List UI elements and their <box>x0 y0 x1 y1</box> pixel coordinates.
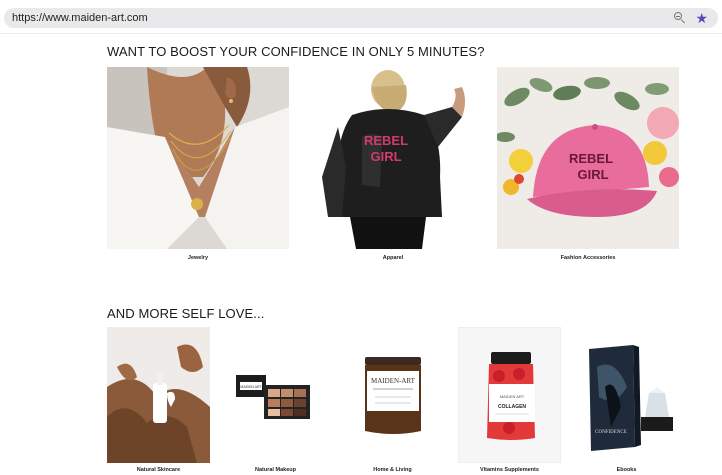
home-living-image[interactable]: MAIDEN-ART <box>341 327 444 463</box>
svg-text:GIRL: GIRL <box>370 149 401 164</box>
apparel-label[interactable]: Apparel <box>302 255 484 261</box>
cap-print-text: REBEL <box>569 151 613 166</box>
toolbar-divider <box>0 33 722 34</box>
section-heading-self-love: AND MORE SELF LOVE... <box>107 306 265 321</box>
jewelry-image[interactable] <box>107 67 289 249</box>
section-heading-confidence: WANT TO BOOST YOUR CONFIDENCE IN ONLY 5 … <box>107 44 485 59</box>
fashion-accessories-image[interactable]: REBEL GIRL <box>497 67 679 249</box>
address-bar[interactable]: https://www.maiden-art.com ★ <box>4 8 718 28</box>
product-tile-ebooks[interactable]: CONFIDENCE Ebooks <box>575 327 678 475</box>
natural-skincare-image[interactable] <box>107 327 210 463</box>
svg-text:GIRL: GIRL <box>577 167 608 182</box>
candle-brand-text: MAIDEN-ART <box>371 377 416 385</box>
home-living-label[interactable]: Home & Living <box>341 467 444 473</box>
fashion-accessories-label[interactable]: Fashion Accessories <box>497 255 679 261</box>
url-text[interactable]: https://www.maiden-art.com <box>12 12 673 24</box>
product-tile-jewelry[interactable]: Jewelry <box>107 67 289 267</box>
apparel-image[interactable]: REBEL GIRL <box>302 67 484 249</box>
svg-text:MAIDEN ART: MAIDEN ART <box>500 394 525 399</box>
product-tile-fashion-accessories[interactable]: REBEL GIRL Fashion Accessories <box>497 67 679 267</box>
natural-skincare-label[interactable]: Natural Skincare <box>107 467 210 473</box>
star-icon[interactable]: ★ <box>695 11 708 25</box>
product-tile-natural-skincare[interactable]: Natural Skincare <box>107 327 210 475</box>
vitamins-supplements-label[interactable]: Vitamins Supplements <box>458 467 561 473</box>
jacket-print-text: REBEL <box>364 133 408 148</box>
natural-makeup-label[interactable]: Natural Makeup <box>224 467 327 473</box>
zoom-out-icon[interactable] <box>673 11 687 25</box>
vitamins-supplements-image[interactable]: MAIDEN ART COLLAGEN <box>458 327 561 463</box>
svg-text:MAIDEN ART: MAIDEN ART <box>240 385 262 389</box>
natural-makeup-image[interactable]: MAIDEN ART <box>224 327 327 463</box>
svg-text:CONFIDENCE: CONFIDENCE <box>595 430 627 435</box>
product-tile-vitamins-supplements[interactable]: MAIDEN ART COLLAGEN Vitamins Supplements <box>458 327 561 475</box>
product-tile-natural-makeup[interactable]: MAIDEN ART Natural Makeup <box>224 327 327 475</box>
ebooks-image[interactable]: CONFIDENCE <box>575 327 678 463</box>
jewelry-label[interactable]: Jewelry <box>107 255 289 261</box>
ebooks-label[interactable]: Ebooks <box>575 467 678 473</box>
vitamin-brand-text: COLLAGEN <box>498 404 526 410</box>
product-tile-apparel[interactable]: REBEL GIRL Apparel <box>302 67 484 267</box>
product-tile-home-living[interactable]: MAIDEN-ART Home & Living <box>341 327 444 475</box>
